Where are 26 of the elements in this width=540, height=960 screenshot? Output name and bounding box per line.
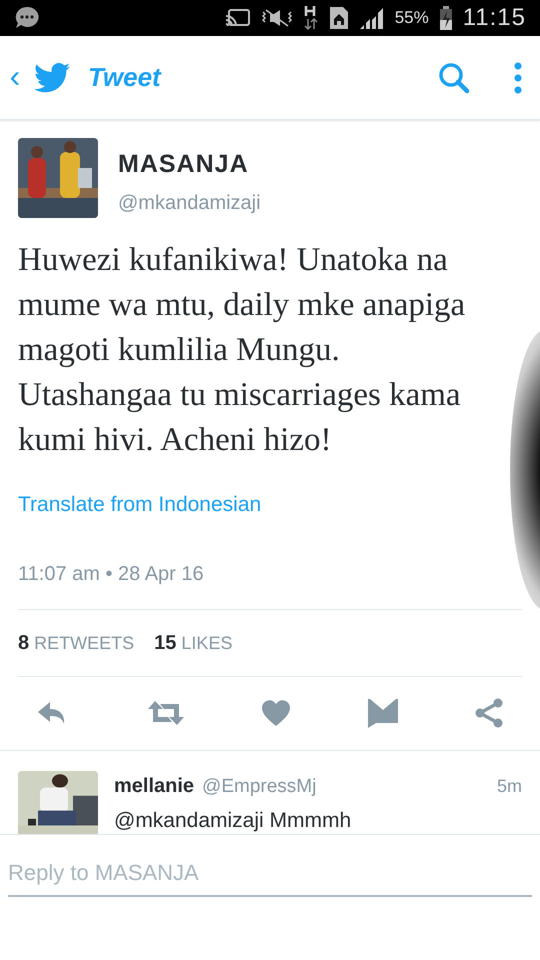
- heart-icon[interactable]: [261, 699, 291, 727]
- screen-title: Tweet: [88, 61, 161, 94]
- more-options-icon[interactable]: [514, 62, 522, 94]
- retweet-icon[interactable]: [146, 699, 186, 727]
- mute-icon: [260, 8, 293, 28]
- battery-percent: 55%: [394, 7, 429, 30]
- tweet-timestamp: 11:07 am • 28 Apr 16: [18, 562, 205, 586]
- retweet-count[interactable]: 8 RETWEETS: [18, 628, 134, 658]
- envelope-icon[interactable]: [366, 698, 398, 728]
- clock-time: 11:15: [462, 3, 526, 33]
- user-name[interactable]: MASANJA: [118, 146, 261, 184]
- reply-time: 5m: [496, 774, 522, 798]
- share-icon[interactable]: [474, 698, 504, 728]
- battery-charging-icon: [438, 5, 453, 31]
- reply-text: @mkandamizaji Mmmmh: [114, 808, 352, 834]
- like-count[interactable]: 15 LIKES: [154, 628, 232, 658]
- tweet-text: Huwezi kufanikiwa! Unatoka na mume wa mtu, daily mke anapiga magoti kumlilia Mungu. Utashangaa tu miscarriages kama kumi hivi. Acheni hizo!: [18, 241, 466, 460]
- sim-card-icon: [328, 6, 349, 30]
- reply-user-name[interactable]: mellanie: [114, 770, 194, 800]
- network-h-icon: [302, 5, 319, 31]
- search-icon[interactable]: [438, 62, 470, 94]
- chat-bubble-icon: [14, 5, 40, 31]
- reply-input-field[interactable]: Reply to MASANJA: [8, 850, 532, 896]
- signal-icon: [358, 6, 385, 30]
- cast-icon: [224, 8, 251, 28]
- bird-icon: [34, 62, 70, 92]
